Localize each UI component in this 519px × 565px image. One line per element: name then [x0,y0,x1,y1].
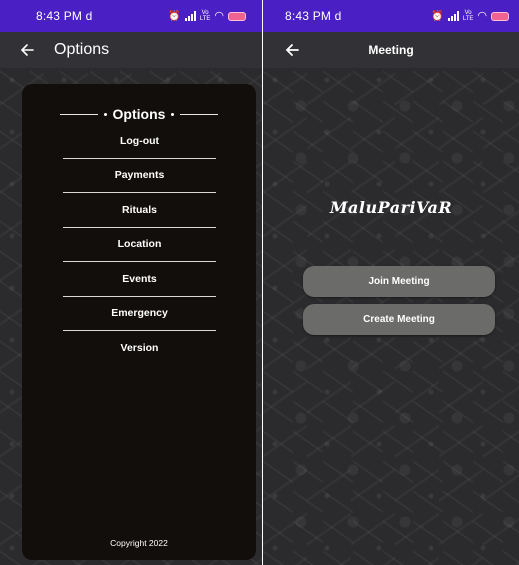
dot-icon [103,112,107,116]
meeting-screen: 8:43 PM d ⏰ Vo LTE ◠ Meeting MaluPariVaR … [263,0,519,565]
options-screen: 8:43 PM d ⏰ Vo LTE ◠ Options Options Log-… [0,0,262,565]
create-meeting-button[interactable]: Create Meeting [303,304,495,335]
menu-item-logout[interactable]: Log-out [63,124,216,159]
volte-icon: Vo LTE [462,10,474,22]
status-icons: ⏰ Vo LTE ◠ [168,10,246,22]
status-time: 8:43 PM d [285,9,342,23]
back-arrow-icon[interactable] [12,35,42,65]
drawer-title: Options [112,106,166,122]
wifi-icon: ◠ [477,9,487,22]
dot-icon [171,112,175,116]
signal-icon [184,11,196,21]
menu-item-location[interactable]: Location [63,228,216,262]
status-bar: 8:43 PM d ⏰ Vo LTE ◠ [0,0,262,32]
copyright-text: Copyright 2022 [110,538,168,548]
menu-item-emergency[interactable]: Emergency [63,297,216,331]
app-bar: Meeting [263,32,519,68]
options-drawer: Options Log-out Payments Rituals Locatio… [22,84,256,560]
status-bar: 8:43 PM d ⏰ Vo LTE ◠ [263,0,519,32]
app-bar: Options [0,32,262,68]
options-menu: Log-out Payments Rituals Location Events… [63,124,216,366]
volte-icon: Vo LTE [199,10,211,22]
status-time: 8:43 PM d [36,9,93,23]
divider [59,113,98,115]
wifi-icon: ◠ [214,9,224,22]
menu-item-rituals[interactable]: Rituals [63,193,216,228]
menu-item-version[interactable]: Version [63,331,216,366]
back-arrow-icon[interactable] [277,35,307,65]
battery-icon [491,11,509,21]
menu-item-payments[interactable]: Payments [63,159,216,193]
signal-icon [447,11,459,21]
page-title: Options [54,41,110,58]
divider [180,113,219,115]
alarm-icon: ⏰ [168,10,181,22]
menu-item-events[interactable]: Events [63,262,216,297]
battery-icon [228,11,246,21]
status-icons: ⏰ Vo LTE ◠ [431,10,509,22]
drawer-header: Options [22,104,256,124]
join-meeting-button[interactable]: Join Meeting [303,266,495,297]
app-logo: MaluPariVaR [329,198,453,217]
alarm-icon: ⏰ [431,10,444,22]
